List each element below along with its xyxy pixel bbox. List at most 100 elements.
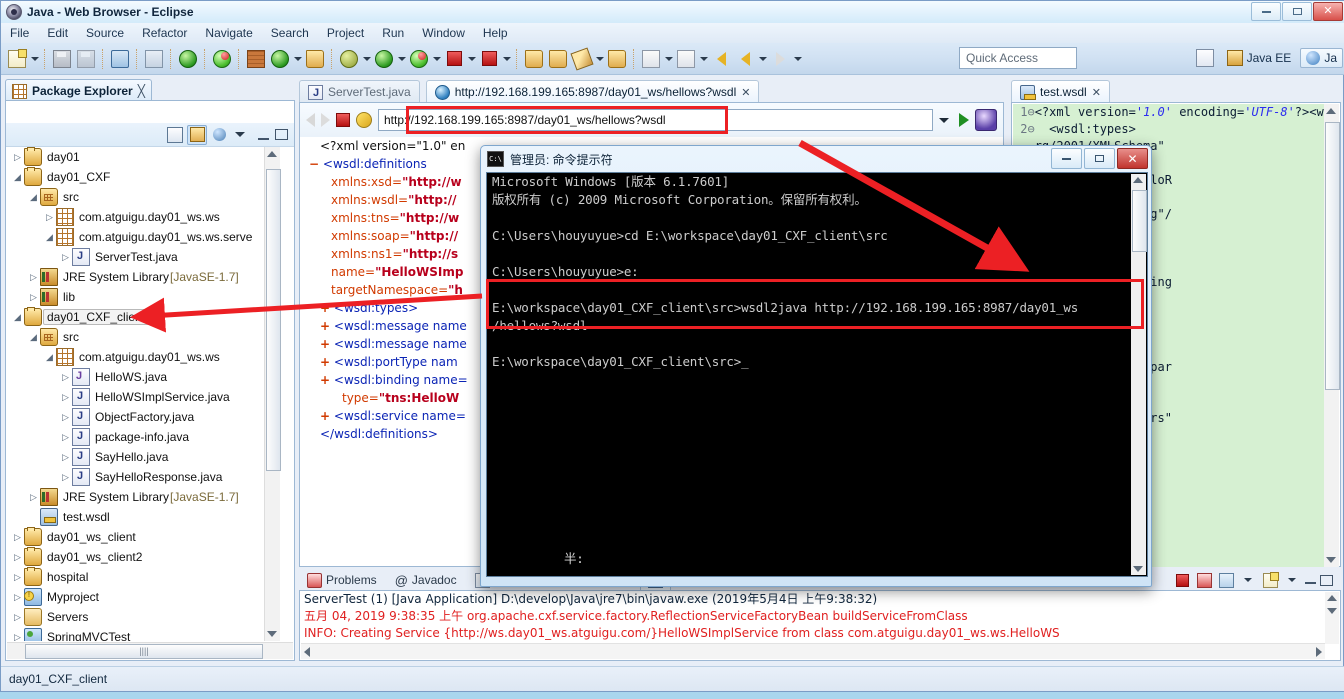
tree-item-jre-system-library[interactable]: ▷ JRE System Library [JavaSE-1.7] xyxy=(7,487,278,507)
tree-item-test-wsdl[interactable]: test.wsdl xyxy=(7,507,278,527)
fold-toggle-icon[interactable]: + xyxy=(320,301,330,315)
expand-twisty-icon[interactable]: ▷ xyxy=(59,412,72,423)
open-perspective-icon[interactable] xyxy=(1194,47,1216,69)
run-debug-server-icon[interactable] xyxy=(211,48,233,70)
open-console-dropdown-icon[interactable] xyxy=(1283,571,1301,589)
previous-edit-dropdown-icon[interactable] xyxy=(698,48,709,70)
tree-item-com-atguigu-day01-ws-ws[interactable]: ▷ com.atguigu.day01_ws.ws xyxy=(7,207,278,227)
forward-icon[interactable] xyxy=(321,113,330,127)
minimize-view-icon[interactable] xyxy=(258,129,269,140)
fold-toggle-icon[interactable]: + xyxy=(320,373,330,387)
previous-edit-icon[interactable] xyxy=(675,48,697,70)
hide-icon[interactable] xyxy=(143,48,165,70)
tree-item-hospital[interactable]: ▷ hospital xyxy=(7,567,278,587)
run-dropdown-icon[interactable] xyxy=(396,48,407,70)
coverage-icon[interactable] xyxy=(478,48,500,70)
collapse-twisty-icon[interactable]: ◢ xyxy=(43,352,56,363)
open-resource-icon[interactable] xyxy=(523,48,545,70)
scroll-right-icon[interactable] xyxy=(1316,647,1322,657)
expand-twisty-icon[interactable]: ▷ xyxy=(59,452,72,463)
tree-item-src[interactable]: ◢ src xyxy=(7,327,278,347)
url-dropdown-icon[interactable] xyxy=(939,117,949,123)
search-folder-icon[interactable] xyxy=(606,48,628,70)
refresh-icon[interactable] xyxy=(356,112,372,128)
debug-icon[interactable] xyxy=(338,48,360,70)
perspective-javaee[interactable]: Java EE xyxy=(1222,48,1297,68)
console-output[interactable]: ServerTest (1) [Java Application] D:\dev… xyxy=(299,590,1341,661)
fold-toggle-icon[interactable]: + xyxy=(320,319,330,333)
coverage-dropdown-icon[interactable] xyxy=(501,48,512,70)
collapse-all-icon[interactable] xyxy=(166,126,184,144)
collapse-twisty-icon[interactable]: ◢ xyxy=(11,172,24,183)
tree-item-com-atguigu-day01-ws-ws-serve[interactable]: ◢ com.atguigu.day01_ws.ws.serve xyxy=(7,227,278,247)
collapse-twisty-icon[interactable]: ◢ xyxy=(11,312,24,323)
window-controls[interactable]: ✕ xyxy=(1251,2,1343,21)
cmd-close-button[interactable]: ✕ xyxy=(1117,148,1148,169)
menu-file[interactable]: File xyxy=(1,24,38,42)
expand-twisty-icon[interactable]: ▷ xyxy=(11,592,24,603)
project-tree[interactable]: ▷ day01 ◢ day01_CXF ◢ src ▷ com.atguigu.day01_w… xyxy=(7,147,278,641)
collapse-twisty-icon[interactable]: ◢ xyxy=(43,232,56,243)
console-dropdown-icon[interactable] xyxy=(1239,571,1257,589)
forward-icon[interactable] xyxy=(769,48,791,70)
scroll-left-icon[interactable] xyxy=(304,647,310,657)
view-menu-icon[interactable] xyxy=(231,126,249,144)
expand-twisty-icon[interactable]: ▷ xyxy=(11,612,24,623)
minimize-view-icon[interactable] xyxy=(1305,577,1316,584)
expand-twisty-icon[interactable]: ▷ xyxy=(11,632,24,642)
perspective-java[interactable]: Ja xyxy=(1300,48,1343,68)
tab-javadoc[interactable]: @ Javadoc xyxy=(387,569,465,591)
open-console-icon[interactable] xyxy=(1261,571,1279,589)
menu-source[interactable]: Source xyxy=(77,24,133,42)
menu-window[interactable]: Window xyxy=(413,24,474,42)
new-dropdown-icon[interactable] xyxy=(29,48,40,70)
tree-horizontal-scrollbar[interactable]: |||| xyxy=(7,642,293,659)
tree-item-day01-ws-client2[interactable]: ▷ day01_ws_client2 xyxy=(7,547,278,567)
cmd-screen[interactable]: Microsoft Windows [版本 6.1.7601] 版权所有 (c) … xyxy=(486,172,1148,577)
stop-icon[interactable] xyxy=(336,113,350,127)
cmd-vertical-scrollbar[interactable] xyxy=(1131,174,1147,575)
maximize-button[interactable] xyxy=(1282,2,1312,21)
tree-item-lib[interactable]: ▷ lib xyxy=(7,287,278,307)
fold-toggle-icon[interactable]: + xyxy=(320,337,330,351)
menu-search[interactable]: Search xyxy=(262,24,318,42)
scroll-down-icon[interactable] xyxy=(1326,557,1336,563)
console-horizontal-scrollbar[interactable] xyxy=(301,643,1325,659)
remove-launch-icon[interactable] xyxy=(1195,571,1213,589)
stop-icon[interactable] xyxy=(443,48,465,70)
scroll-thumb[interactable] xyxy=(266,169,281,471)
next-annotation-icon[interactable] xyxy=(640,48,662,70)
scroll-thumb[interactable] xyxy=(1325,122,1340,390)
new-package-icon[interactable] xyxy=(245,48,267,70)
tree-item-package-info-java[interactable]: ▷ package-info.java xyxy=(7,427,278,447)
collapse-twisty-icon[interactable]: ◢ xyxy=(27,192,40,203)
menu-edit[interactable]: Edit xyxy=(38,24,77,42)
scroll-down-icon[interactable] xyxy=(267,631,277,637)
next-annotation-dropdown-icon[interactable] xyxy=(663,48,674,70)
tree-item-day01-cxf-client[interactable]: ◢ day01_CXF_client xyxy=(7,307,278,327)
expand-twisty-icon[interactable]: ▷ xyxy=(43,212,56,223)
quick-access-input[interactable]: Quick Access xyxy=(959,47,1077,69)
print-icon[interactable] xyxy=(109,48,131,70)
expand-twisty-icon[interactable]: ▷ xyxy=(11,532,24,543)
tree-item-day01-cxf[interactable]: ◢ day01_CXF xyxy=(7,167,278,187)
tree-item-com-atguigu-day01-ws-ws[interactable]: ◢ com.atguigu.day01_ws.ws xyxy=(7,347,278,367)
scroll-up-icon[interactable] xyxy=(1327,595,1337,601)
close-icon[interactable]: ✕ xyxy=(741,86,750,99)
scroll-up-icon[interactable] xyxy=(1326,108,1336,114)
tree-item-servertest-java[interactable]: ▷ ServerTest.java xyxy=(7,247,278,267)
editor-tab-testwsdl[interactable]: test.wsdl ✕ xyxy=(1011,80,1110,103)
package-explorer-tab[interactable]: Package Explorer ╳ xyxy=(5,79,152,102)
console-toolbar[interactable] xyxy=(1173,569,1339,591)
tree-item-servers[interactable]: ▷ Servers xyxy=(7,607,278,627)
tree-item-sayhello-java[interactable]: ▷ SayHello.java xyxy=(7,447,278,467)
menu-navigate[interactable]: Navigate xyxy=(196,24,261,42)
expand-twisty-icon[interactable]: ▷ xyxy=(59,252,72,263)
tree-item-src[interactable]: ◢ src xyxy=(7,187,278,207)
edit-icon[interactable] xyxy=(570,46,594,71)
menu-refactor[interactable]: Refactor xyxy=(133,24,196,42)
new-icon[interactable] xyxy=(6,48,28,70)
open-type-icon[interactable] xyxy=(304,48,326,70)
collapse-twisty-icon[interactable]: ◢ xyxy=(27,332,40,343)
expand-twisty-icon[interactable]: ▷ xyxy=(11,552,24,563)
